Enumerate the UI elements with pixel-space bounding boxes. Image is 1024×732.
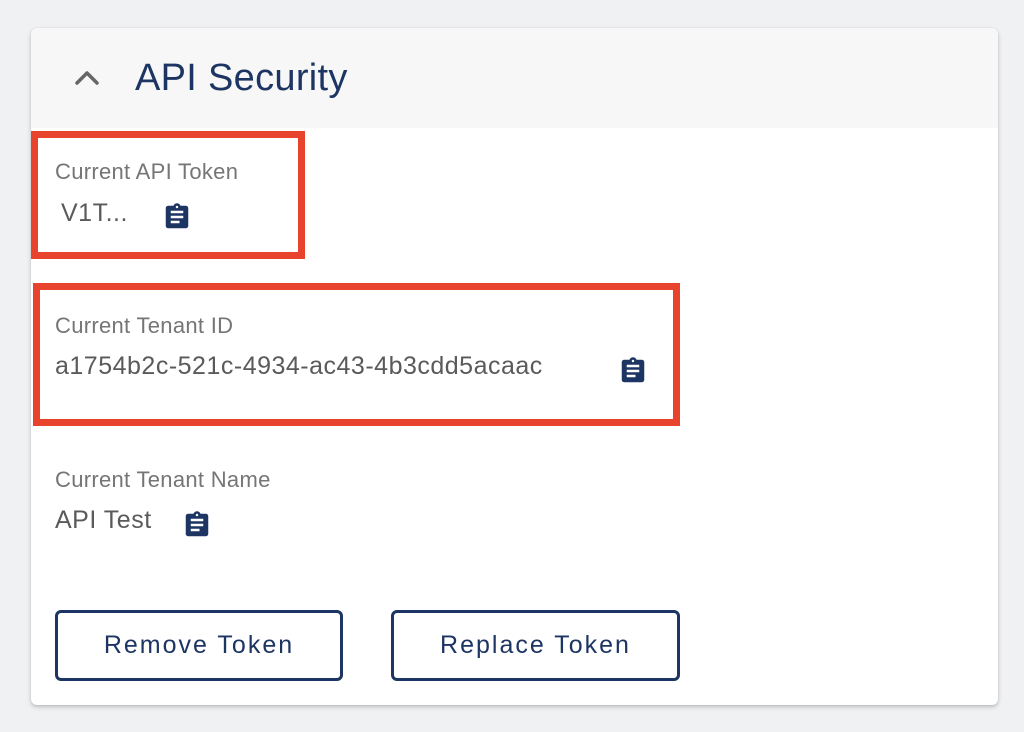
api-token-highlight-box [31,131,305,259]
api-token-label: Current API Token [55,159,239,184]
tenant-name-label: Current Tenant Name [55,467,271,492]
clipboard-icon[interactable] [182,510,212,540]
card-header[interactable]: API Security [31,28,998,128]
remove-token-button[interactable]: Remove Token [55,610,343,681]
tenant-id-label: Current Tenant ID [55,313,234,338]
chevron-up-icon[interactable] [69,60,105,96]
replace-token-button[interactable]: Replace Token [391,610,680,681]
api-token-value: V1T... [61,199,128,227]
clipboard-icon[interactable] [162,202,192,232]
clipboard-icon[interactable] [618,356,648,386]
tenant-id-value: a1754b2c-521c-4934-ac43-4b3cdd5acaac [55,352,543,380]
tenant-name-value: API Test [55,506,152,534]
api-security-card: API Security Current API Token V1T... Cu… [31,28,998,705]
section-title: API Security [135,57,348,99]
